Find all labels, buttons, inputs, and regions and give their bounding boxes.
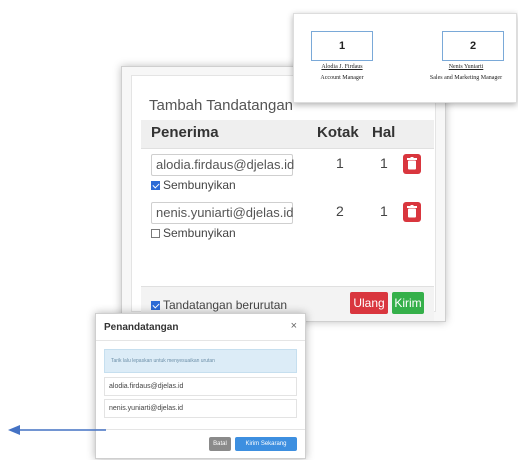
signature-preview: 1 Alodia J. Firdaus Account Manager 2 Ne… — [293, 13, 517, 103]
cancel-button[interactable]: Batal — [209, 437, 231, 451]
send-now-button[interactable]: Kirim Sekarang — [235, 437, 297, 451]
dialog-panel: Tambah Tandatangan Penerima Kotak Hal al… — [131, 75, 436, 321]
dialog-title: Tambah Tandatangan — [149, 97, 294, 114]
table-header: Penerima Kotak Hal — [141, 120, 434, 149]
header-page: Hal — [372, 124, 396, 141]
reset-button[interactable]: Ulang — [350, 292, 388, 314]
signer-list-item[interactable]: nenis.yuniarti@djelas.id — [104, 399, 297, 418]
info-alert: Tarik lalu lepaskan untuk menyesuaikan u… — [104, 349, 297, 373]
signers-modal: Penandatangan × Tarik lalu lepaskan untu… — [95, 313, 306, 459]
box-number[interactable]: 1 — [336, 155, 344, 171]
recipient-email-input[interactable]: alodia.firdaus@djelas.id — [151, 154, 294, 176]
signer-list-item[interactable]: alodia.firdaus@djelas.id — [104, 377, 297, 396]
close-icon[interactable]: × — [291, 320, 297, 332]
box-number[interactable]: 2 — [336, 203, 344, 219]
hide-label: Sembunyikan — [163, 178, 236, 192]
sequential-checkbox-row[interactable]: Tandatangan berurutan — [151, 298, 287, 312]
signer-role: Sales and Marketing Manager — [429, 75, 503, 81]
left-arrow-icon — [8, 425, 106, 435]
hide-checkbox[interactable] — [151, 229, 160, 238]
trash-icon — [407, 157, 417, 170]
hide-checkbox[interactable] — [151, 181, 160, 190]
signer-name: Alodia J. Firdaus — [321, 64, 363, 70]
delete-recipient-button[interactable] — [403, 202, 421, 222]
send-button[interactable]: Kirim — [392, 292, 424, 314]
divider — [96, 340, 305, 341]
trash-icon — [407, 205, 417, 218]
hide-checkbox-row[interactable]: Sembunyikan — [151, 226, 236, 240]
hide-checkbox-row[interactable]: Sembunyikan — [151, 178, 236, 192]
modal-title: Penandatangan — [104, 322, 179, 333]
page-number[interactable]: 1 — [380, 203, 388, 219]
sequential-checkbox[interactable] — [151, 301, 160, 310]
signature-box-2: 2 — [442, 31, 504, 61]
divider — [96, 429, 305, 430]
hide-label: Sembunyikan — [163, 226, 236, 240]
header-box: Kotak — [317, 124, 359, 141]
signer-name: Nenis Yuniarti — [448, 64, 484, 70]
add-signature-dialog: Tambah Tandatangan Penerima Kotak Hal al… — [121, 66, 446, 322]
delete-recipient-button[interactable] — [403, 154, 421, 174]
sequential-label: Tandatangan berurutan — [163, 298, 288, 312]
signer-role: Account Manager — [320, 75, 364, 81]
recipient-email-input[interactable]: nenis.yuniarti@djelas.id — [151, 202, 294, 224]
signature-box-1: 1 — [311, 31, 373, 61]
header-recipient: Penerima — [151, 124, 219, 141]
page-number[interactable]: 1 — [380, 155, 388, 171]
